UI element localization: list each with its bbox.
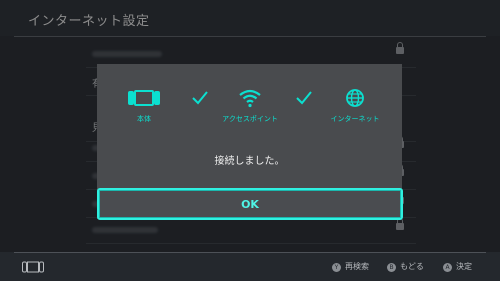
step-label: 本体	[137, 115, 151, 123]
connection-steps: 本体 アクセスポイント インターネット	[97, 88, 402, 128]
globe-icon	[346, 89, 364, 107]
ok-button[interactable]: OK	[97, 188, 403, 220]
ok-button-label: OK	[241, 198, 259, 211]
step-label: アクセスポイント	[222, 115, 278, 123]
switch-console-icon	[128, 90, 160, 106]
connection-message: 接続しました。	[214, 156, 285, 167]
step-access-point: アクセスポイント	[215, 88, 285, 124]
check-icon	[192, 91, 208, 105]
hint-label: 再検索	[345, 262, 369, 271]
footer-bar: Y 再検索 B もどる A 決定	[0, 252, 500, 281]
switch-console-icon	[22, 261, 44, 273]
footer-divider	[14, 252, 486, 253]
a-button-icon: A	[443, 263, 452, 272]
check-icon	[296, 91, 312, 105]
y-button-icon: Y	[332, 263, 341, 272]
hint-research[interactable]: Y 再検索	[332, 261, 369, 272]
step-internet: インターネット	[320, 88, 390, 124]
hint-label: 決定	[456, 262, 472, 271]
step-label: インターネット	[330, 115, 380, 123]
hint-back[interactable]: B もどる	[387, 261, 424, 272]
wifi-icon	[239, 89, 261, 108]
step-console: 本体	[109, 88, 179, 124]
hint-label: もどる	[400, 262, 424, 271]
hint-confirm[interactable]: A 決定	[443, 261, 472, 272]
b-button-icon: B	[387, 263, 396, 272]
